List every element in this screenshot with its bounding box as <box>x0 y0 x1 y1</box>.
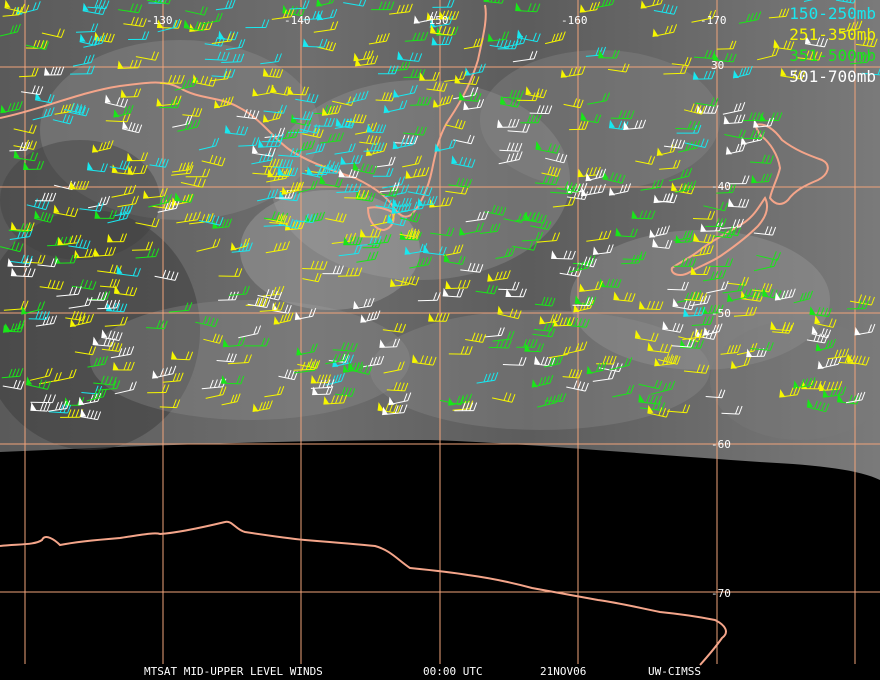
cloud-blob <box>0 140 160 260</box>
lat-label: -40 <box>711 180 731 193</box>
valid-date: 21NOV06 <box>540 665 587 678</box>
lon-label: -150 <box>422 14 449 27</box>
lon-label: -130 <box>146 14 173 27</box>
credit-label: UW-CIMSS <box>648 665 701 678</box>
lat-label: -70 <box>711 587 731 600</box>
pressure-legend: 150-250mb 251-350mb 351-500mb 501-700mb <box>789 3 876 87</box>
lat-label: 30 <box>711 59 724 72</box>
antarctica-coast <box>0 520 727 666</box>
legend-item-251-350mb: 251-350mb <box>789 25 876 44</box>
legend-item-501-700mb: 501-700mb <box>789 67 876 86</box>
product-title: MTSAT MID-UPPER LEVEL WINDS <box>144 665 323 678</box>
lat-label: -60 <box>711 438 731 451</box>
lon-label: -170 <box>700 14 727 27</box>
lat-label: -50 <box>711 307 731 320</box>
legend-item-150-250mb: 150-250mb <box>789 4 876 23</box>
caption-bar: MTSAT MID-UPPER LEVEL WINDS 00:00 UTC 21… <box>0 664 880 680</box>
cloud-blob <box>370 310 710 430</box>
valid-time: 00:00 UTC <box>423 665 483 678</box>
map-canvas: -130 -140 -150 -160 -170 30 -40 -50 -60 … <box>0 0 880 666</box>
lon-label: -140 <box>284 14 311 27</box>
satellite-wind-map: -130 -140 -150 -160 -170 30 -40 -50 -60 … <box>0 0 880 680</box>
legend-item-351-500mb: 351-500mb <box>789 46 876 65</box>
lon-label: -160 <box>561 14 588 27</box>
